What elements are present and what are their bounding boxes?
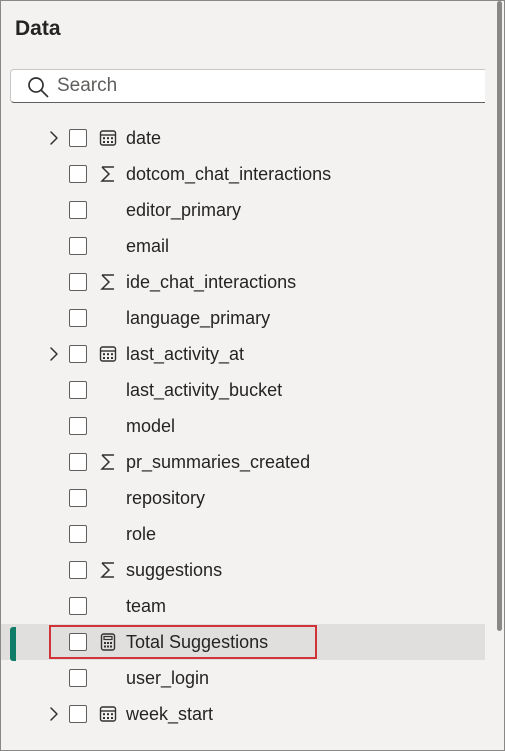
field-checkbox[interactable] [69, 165, 87, 183]
chevron-right-icon[interactable] [45, 129, 63, 147]
field-row[interactable]: email [1, 228, 485, 264]
field-checkbox[interactable] [69, 633, 87, 651]
field-checkbox[interactable] [69, 129, 87, 147]
field-label: last_activity_at [126, 344, 245, 364]
field-label: ide_chat_interactions [126, 272, 297, 292]
field-label: role [126, 524, 157, 544]
search-icon [28, 77, 49, 98]
field-label: editor_primary [126, 200, 242, 220]
sigma-icon [100, 454, 114, 470]
field-row[interactable]: role [1, 516, 485, 552]
field-label: repository [126, 488, 206, 508]
chevron-right-icon[interactable] [45, 345, 63, 363]
field-checkbox[interactable] [69, 489, 87, 507]
calendar-table-icon [99, 706, 117, 722]
field-row[interactable]: language_primary [1, 300, 485, 336]
field-row[interactable]: pr_summaries_created [1, 444, 485, 480]
field-row[interactable]: editor_primary [1, 192, 485, 228]
field-row[interactable]: date [1, 120, 485, 156]
calendar-table-icon [99, 346, 117, 362]
field-row[interactable]: suggestions [1, 552, 485, 588]
field-checkbox[interactable] [69, 705, 87, 723]
field-label: pr_summaries_created [126, 452, 311, 472]
field-checkbox[interactable] [69, 669, 87, 687]
chevron-right-icon[interactable] [45, 705, 63, 723]
calendar-table-icon [99, 130, 117, 146]
scrollbar-thumb[interactable] [497, 1, 502, 631]
field-label: date [126, 128, 162, 148]
selection-indicator [10, 627, 16, 661]
field-row[interactable]: dotcom_chat_interactions [1, 156, 485, 192]
field-row[interactable]: ide_chat_interactions [1, 264, 485, 300]
field-label: model [126, 416, 176, 436]
field-checkbox[interactable] [69, 273, 87, 291]
field-row[interactable]: team [1, 588, 485, 624]
field-list: date dotcom_chat_interactions editor_pri… [1, 120, 485, 732]
field-row[interactable]: user_login [1, 660, 485, 696]
field-row[interactable]: last_activity_at [1, 336, 485, 372]
pane-title: Data [15, 17, 61, 40]
field-checkbox[interactable] [69, 561, 87, 579]
field-label: week_start [126, 704, 214, 724]
sigma-icon [100, 562, 114, 578]
field-checkbox[interactable] [69, 417, 87, 435]
sigma-icon [100, 166, 114, 182]
field-label: suggestions [126, 560, 223, 580]
field-label: team [126, 596, 167, 616]
field-row[interactable]: last_activity_bucket [1, 372, 485, 408]
search-input[interactable] [57, 72, 477, 100]
calculator-icon [100, 633, 116, 651]
data-pane: Data date dotcom_chat_interactions edito… [0, 0, 505, 751]
field-label: language_primary [126, 308, 271, 328]
field-label: Total Suggestions [126, 632, 269, 652]
field-row[interactable]: week_start [1, 696, 485, 732]
field-checkbox[interactable] [69, 453, 87, 471]
field-label: email [126, 236, 170, 256]
field-checkbox[interactable] [69, 309, 87, 327]
field-checkbox[interactable] [69, 381, 87, 399]
field-label: dotcom_chat_interactions [126, 164, 332, 184]
field-checkbox[interactable] [69, 597, 87, 615]
field-label: user_login [126, 668, 210, 688]
field-checkbox[interactable] [69, 525, 87, 543]
search-box[interactable] [10, 69, 500, 103]
field-row[interactable]: model [1, 408, 485, 444]
sigma-icon [100, 274, 114, 290]
field-checkbox[interactable] [69, 201, 87, 219]
field-row[interactable]: Total Suggestions [1, 624, 485, 661]
field-checkbox[interactable] [69, 345, 87, 363]
field-label: last_activity_bucket [126, 380, 283, 400]
field-checkbox[interactable] [69, 237, 87, 255]
field-row[interactable]: repository [1, 480, 485, 516]
